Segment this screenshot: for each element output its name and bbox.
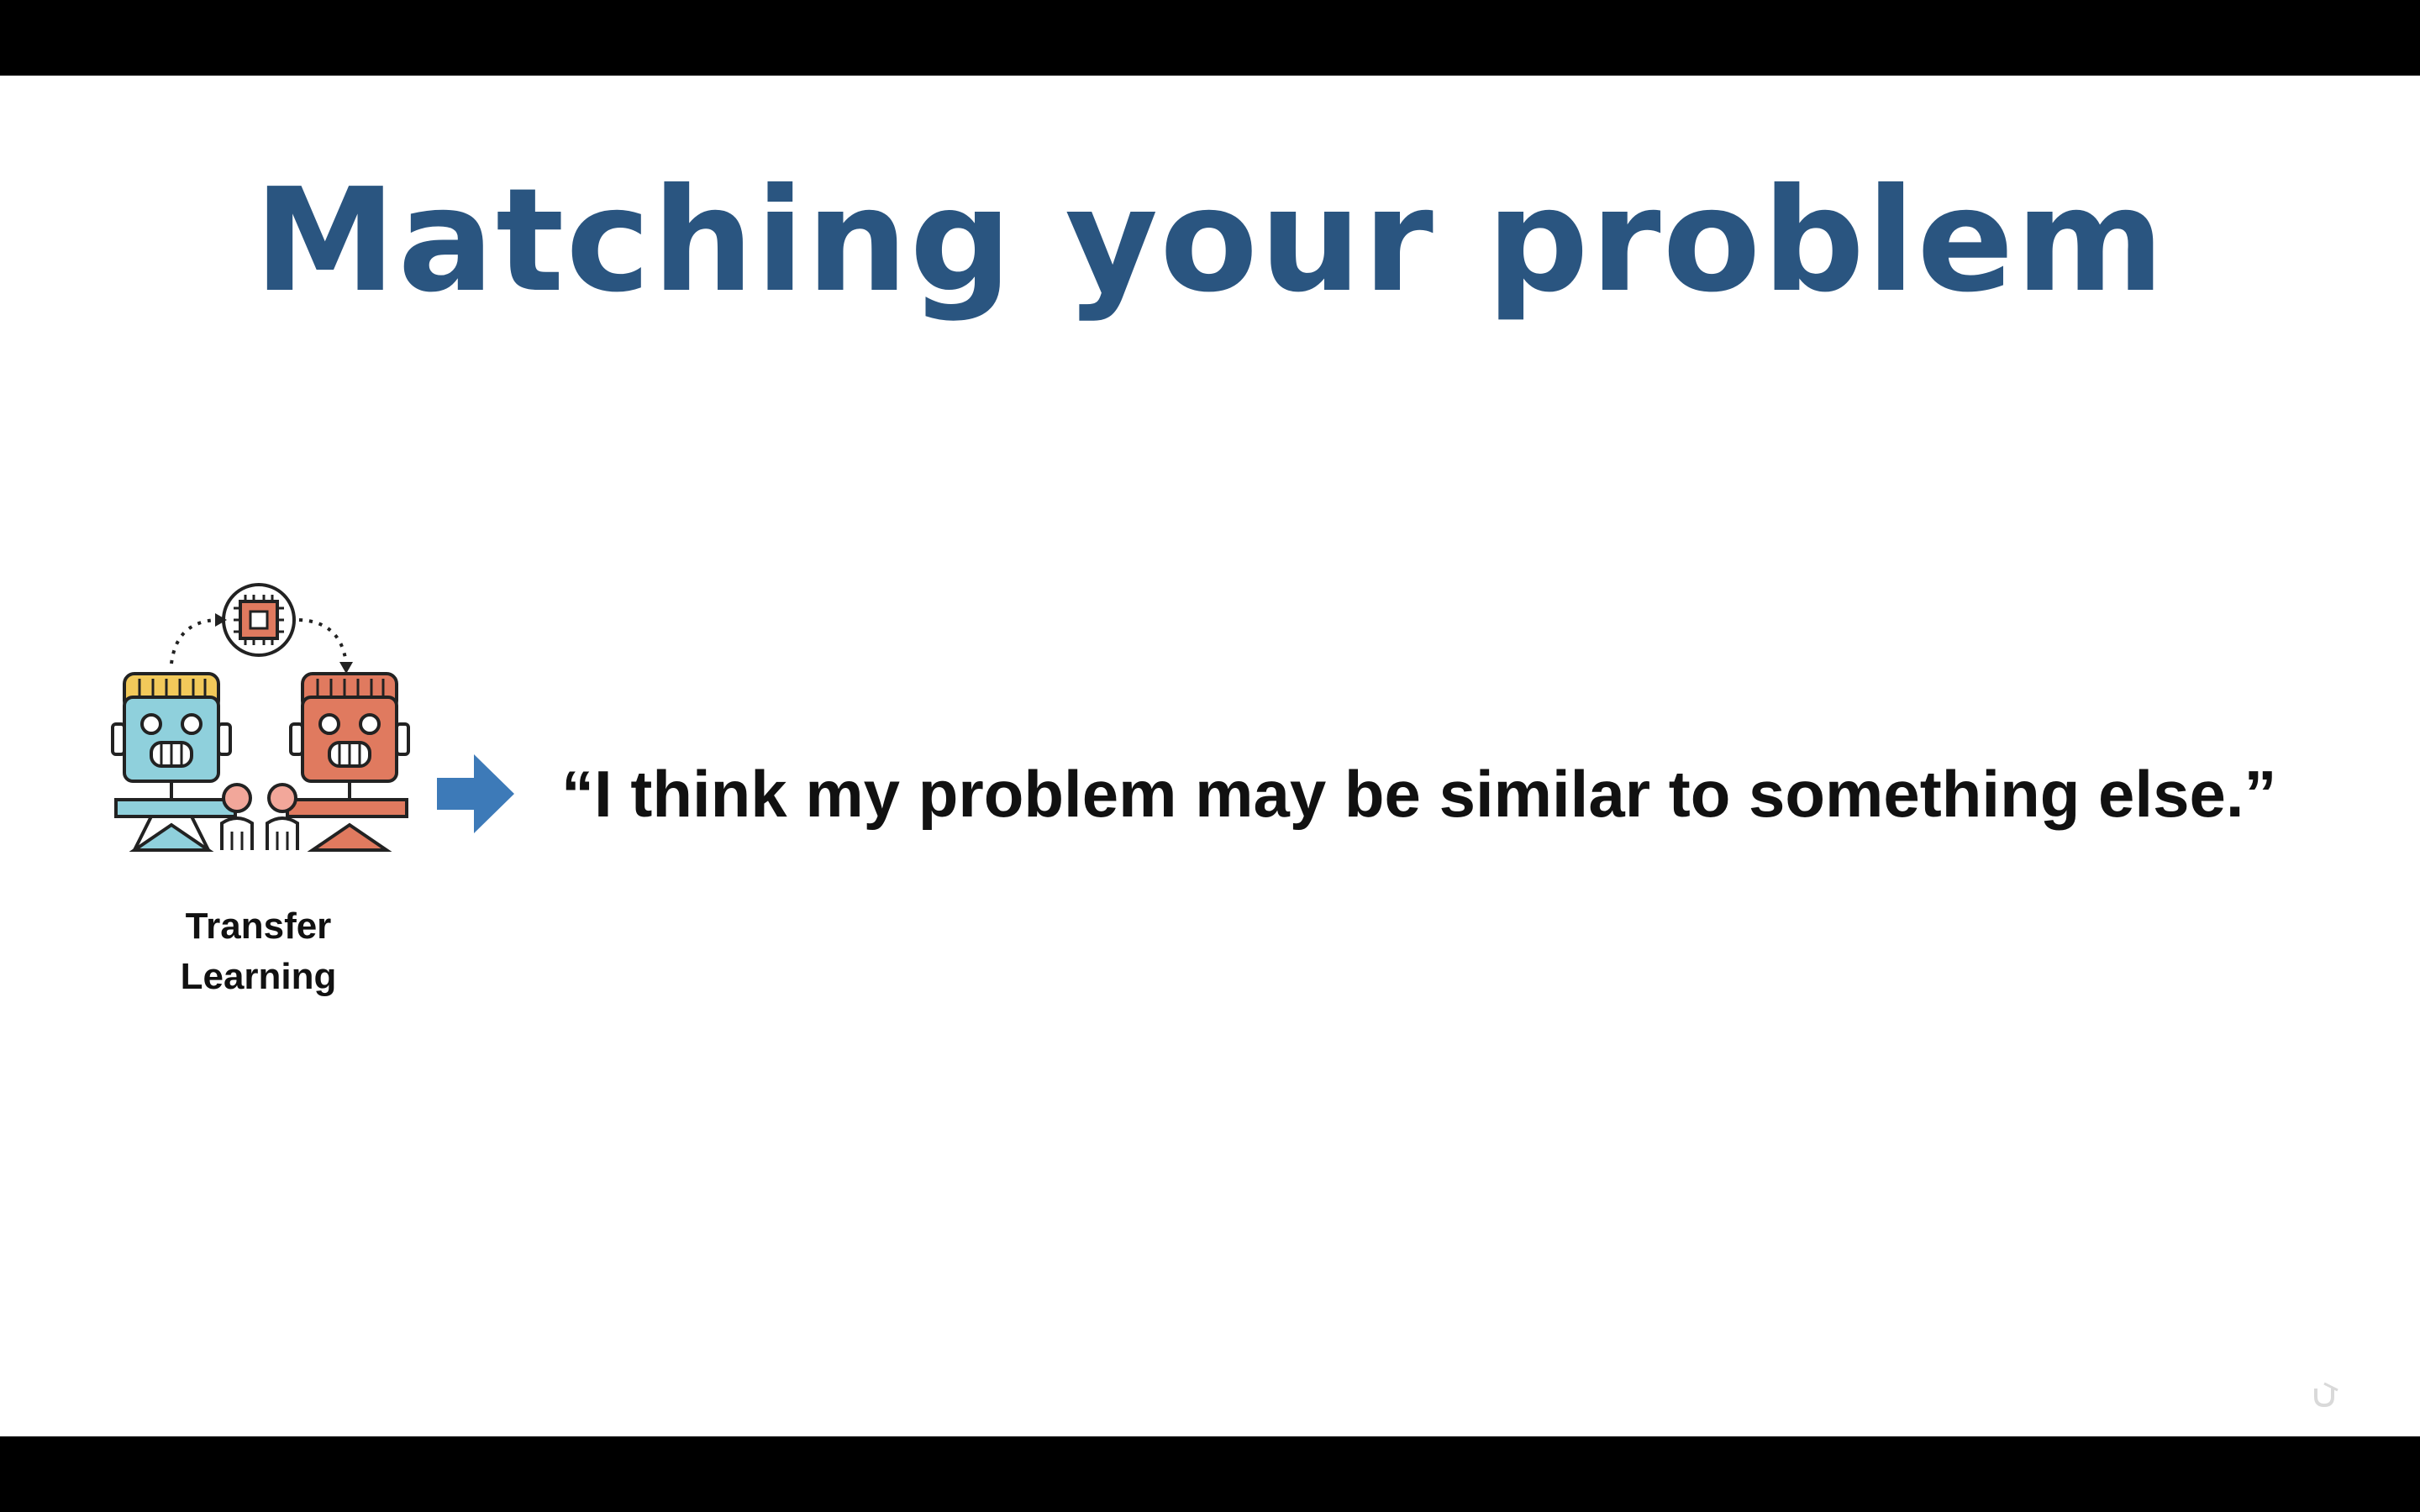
caption-line-2: Learning (180, 956, 337, 997)
right-arrow-icon (437, 754, 514, 833)
slide-title: Matching your problem (254, 158, 2166, 324)
quote-text: “I think my problem may be similar to so… (561, 757, 2277, 831)
slide: Matching your problem Transfer Learning … (0, 76, 2420, 1436)
caption-line-1: Transfer (185, 906, 332, 947)
letterbox-top (0, 0, 2420, 76)
transfer-learning-robots-icon (109, 580, 412, 941)
letterbox-bottom (0, 1436, 2420, 1512)
video-frame: Matching your problem Transfer Learning … (0, 0, 2420, 1512)
illustration-caption: Transfer Learning (109, 901, 408, 1002)
udemy-logo-icon (2312, 1379, 2405, 1410)
